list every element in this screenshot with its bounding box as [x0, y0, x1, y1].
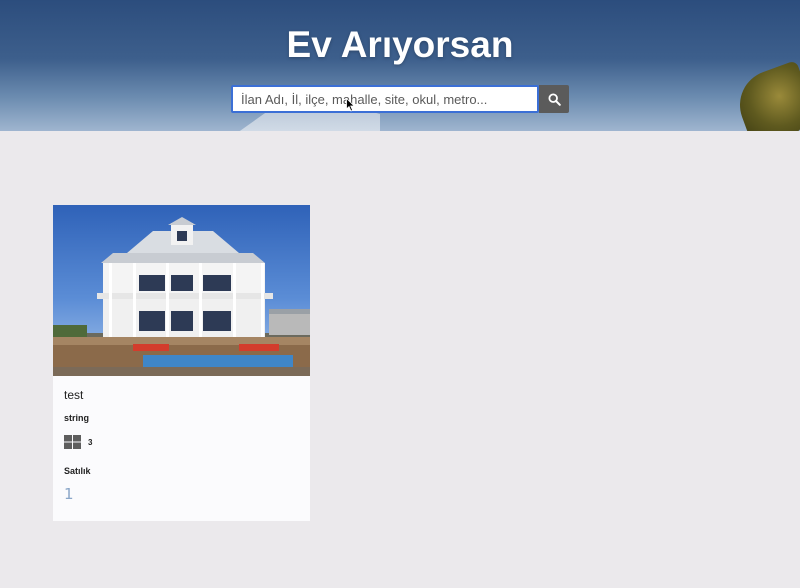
listing-card[interactable]: test string 3 Satılık 1 — [53, 205, 310, 521]
hero-background-plant — [730, 60, 800, 131]
house-illustration — [53, 217, 310, 376]
hero-title: Ev Arıyorsan — [286, 24, 514, 65]
listing-details: test string 3 Satılık 1 — [53, 376, 310, 503]
listing-title[interactable]: test — [64, 388, 299, 402]
mouse-cursor-icon — [346, 98, 356, 112]
search-button[interactable] — [539, 85, 569, 113]
listing-price: 1 — [64, 485, 74, 503]
grid-icon — [64, 435, 81, 449]
search-input[interactable] — [231, 85, 539, 113]
room-info: 3 — [64, 435, 299, 449]
listing-subtitle: string — [64, 413, 90, 423]
listing-status: Satılık — [64, 466, 91, 476]
search-icon — [547, 92, 561, 106]
listing-photo[interactable] — [53, 205, 310, 376]
room-count: 3 — [88, 437, 93, 447]
